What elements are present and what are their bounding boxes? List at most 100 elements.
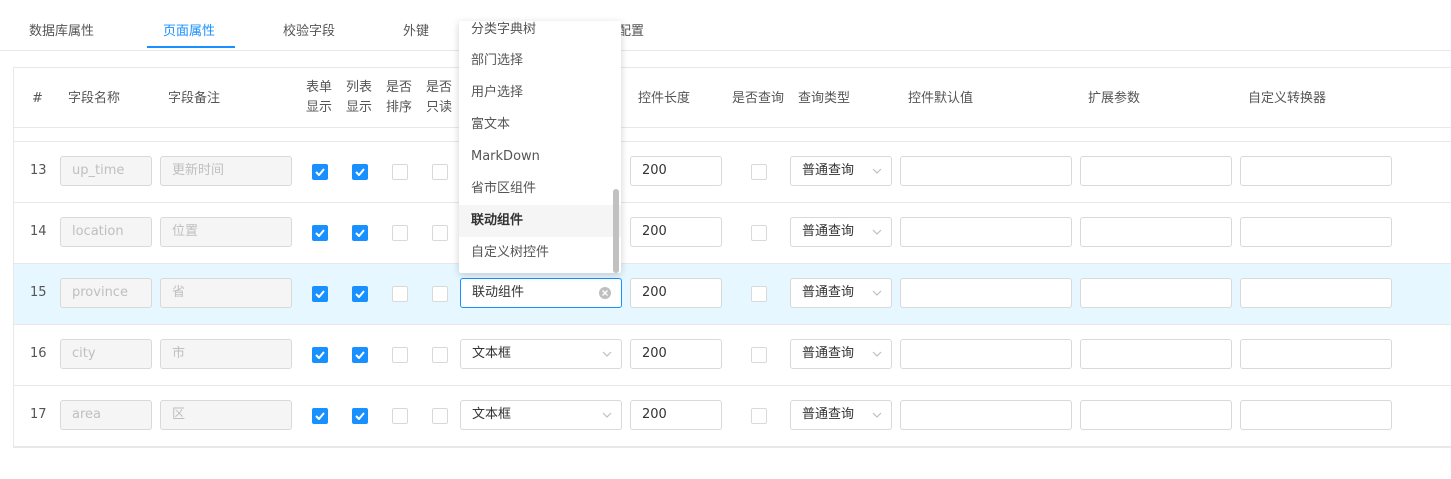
field-comment-input[interactable]: 更新时间 [160,156,292,186]
is-query-checkbox[interactable] [751,164,767,180]
list-show-checkbox[interactable] [352,164,368,180]
list-show-checkbox[interactable] [352,286,368,302]
ctrl-len-input[interactable]: 200 [630,217,722,247]
readonly-checkbox[interactable] [432,225,448,241]
field-name-input[interactable]: city [60,339,152,369]
form-show-checkbox[interactable] [312,225,328,241]
form-show-checkbox[interactable] [312,347,328,363]
dropdown-option[interactable]: 省市区组件 [459,173,621,205]
tab-page-properties[interactable]: 页面属性 [163,20,215,39]
table-row: 13 up_time 更新时间 200 普通查询 [14,142,1451,203]
field-comment-input[interactable]: 位置 [160,217,292,247]
query-type-value: 普通查询 [802,346,855,361]
ctrl-type-select[interactable]: 文本框 [460,339,622,369]
ctrl-type-select[interactable]: 联动组件 [460,278,622,308]
converter-input[interactable] [1240,217,1392,247]
col-num: # [32,91,43,106]
ctrl-type-value: 文本框 [472,407,512,422]
dropdown-option[interactable]: 分类字典树 [459,21,621,46]
converter-input[interactable] [1240,278,1392,308]
ctrl-type-value: 联动组件 [472,285,525,300]
readonly-checkbox[interactable] [432,347,448,363]
row-number: 15 [30,285,47,300]
query-type-select[interactable]: 普通查询 [790,400,892,430]
dropdown-option[interactable]: MarkDown [459,141,621,173]
is-query-checkbox[interactable] [751,225,767,241]
clear-icon[interactable] [599,287,611,299]
list-show-checkbox[interactable] [352,225,368,241]
readonly-checkbox[interactable] [432,286,448,302]
ext-params-input[interactable] [1080,339,1232,369]
converter-input[interactable] [1240,156,1392,186]
list-show-checkbox[interactable] [352,408,368,424]
readonly-checkbox[interactable] [432,164,448,180]
col-field-comment: 字段备注 [168,91,221,106]
ctrl-default-input[interactable] [900,156,1072,186]
tab-config[interactable]: 配置 [618,20,644,39]
sortable-checkbox[interactable] [392,408,408,424]
ctrl-default-input[interactable] [900,400,1072,430]
form-show-checkbox[interactable] [312,164,328,180]
ext-params-input[interactable] [1080,278,1232,308]
ctrl-len-input[interactable]: 200 [630,156,722,186]
query-type-select[interactable]: 普通查询 [790,339,892,369]
table-header: # 字段名称 字段备注 表单 显示 列表 显示 是否 排序 是否 只读 控件长度 是否查… [14,68,1451,128]
field-name-input[interactable]: province [60,278,152,308]
is-query-checkbox[interactable] [751,347,767,363]
col-query-type: 查询类型 [798,91,851,106]
ext-params-input[interactable] [1080,156,1232,186]
converter-input[interactable] [1240,400,1392,430]
tab-db-properties[interactable]: 数据库属性 [29,20,94,39]
field-comment-input[interactable]: 省 [160,278,292,308]
col-list-show: 列表 显示 [346,80,373,115]
query-type-value: 普通查询 [802,224,855,239]
list-show-checkbox[interactable] [352,347,368,363]
dropdown-option-highlighted[interactable]: 联动组件 [459,205,621,237]
ctrl-len-input[interactable]: 200 [630,278,722,308]
sortable-checkbox[interactable] [392,164,408,180]
sortable-checkbox[interactable] [392,286,408,302]
dropdown-option[interactable]: 部门选择 [459,45,621,77]
ctrl-default-input[interactable] [900,278,1072,308]
field-comment-input[interactable]: 市 [160,339,292,369]
ext-params-input[interactable] [1080,400,1232,430]
sortable-checkbox[interactable] [392,347,408,363]
field-name-input[interactable]: area [60,400,152,430]
ctrl-len-input[interactable]: 200 [630,400,722,430]
dropdown-option[interactable]: 用户选择 [459,77,621,109]
col-ext-params: 扩展参数 [1088,91,1141,106]
table-row: 17 area 区 文本框 200 普通查询 [14,386,1451,447]
tab-foreign-key[interactable]: 外键 [403,20,429,39]
col-ctrl-len: 控件长度 [638,91,691,106]
readonly-checkbox[interactable] [432,408,448,424]
sortable-checkbox[interactable] [392,225,408,241]
row-number: 13 [30,163,47,178]
ctrl-default-input[interactable] [900,217,1072,247]
field-name-input[interactable]: location [60,217,152,247]
chevron-down-icon [602,412,612,418]
query-type-value: 普通查询 [802,407,855,422]
query-type-select[interactable]: 普通查询 [790,217,892,247]
field-name-input[interactable]: up_time [60,156,152,186]
ctrl-len-input[interactable]: 200 [630,339,722,369]
col-ctrl-default: 控件默认值 [908,91,974,106]
form-show-checkbox[interactable] [312,286,328,302]
tab-validation[interactable]: 校验字段 [283,20,335,39]
form-show-checkbox[interactable] [312,408,328,424]
is-query-checkbox[interactable] [751,286,767,302]
converter-input[interactable] [1240,339,1392,369]
col-form-show: 表单 显示 [306,80,333,115]
field-comment-input[interactable]: 区 [160,400,292,430]
query-type-value: 普通查询 [802,163,855,178]
dropdown-scrollbar[interactable] [613,189,619,273]
dropdown-option[interactable]: 富文本 [459,109,621,141]
ctrl-type-select[interactable]: 文本框 [460,400,622,430]
is-query-checkbox[interactable] [751,408,767,424]
ctrl-default-input[interactable] [900,339,1072,369]
dropdown-option[interactable]: 自定义树控件 [459,237,621,269]
ext-params-input[interactable] [1080,217,1232,247]
row-number: 14 [30,224,47,239]
ctrl-type-value: 文本框 [472,346,512,361]
query-type-select[interactable]: 普通查询 [790,156,892,186]
query-type-select[interactable]: 普通查询 [790,278,892,308]
